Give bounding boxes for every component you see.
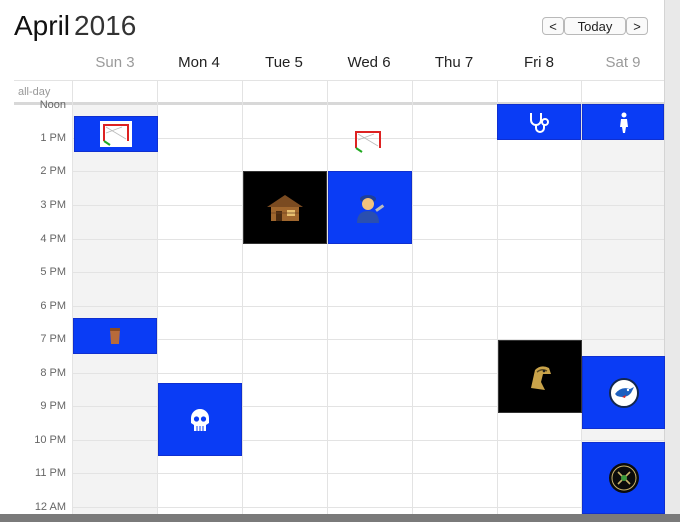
today-button[interactable]: Today: [564, 17, 626, 35]
mechanic-icon: [353, 191, 387, 225]
grid-column-line: [497, 80, 498, 514]
day-header-fri[interactable]: Fri 8: [497, 54, 581, 71]
taskbar-strip: [0, 514, 680, 522]
stethoscope-icon: [527, 111, 551, 133]
year-label: 2016: [74, 10, 137, 41]
next-week-button[interactable]: >: [626, 17, 648, 35]
event-sat-person[interactable]: [582, 104, 664, 140]
eagle-logo-icon: [525, 362, 555, 392]
page-title: April 2016: [14, 10, 136, 42]
hour-label: 2 PM: [40, 165, 66, 177]
chevron-left-icon: <: [549, 18, 557, 34]
day-header-mon[interactable]: Mon 4: [157, 54, 241, 71]
cabin-icon: [263, 191, 307, 225]
hour-label: 6 PM: [40, 300, 66, 312]
event-wed-hockey[interactable]: [348, 126, 386, 156]
day-header-wed[interactable]: Wed 6: [327, 54, 411, 71]
event-sat-bluejays[interactable]: [582, 356, 665, 429]
cup-icon: [108, 326, 122, 346]
hour-label: 11 PM: [35, 467, 66, 479]
hour-line: [72, 306, 664, 307]
all-day-label: all-day: [18, 86, 51, 98]
hour-label: 9 PM: [40, 400, 66, 412]
hour-line: [72, 473, 664, 474]
event-fri-stethoscope[interactable]: [497, 104, 581, 140]
hour-label: 4 PM: [40, 233, 66, 245]
hour-label: 8 PM: [40, 367, 66, 379]
grid-column-line: [412, 80, 413, 514]
day-header-sun[interactable]: Sun 3: [73, 54, 157, 71]
bluejays-logo-icon: [608, 377, 640, 409]
event-tue-cabin[interactable]: [243, 171, 327, 244]
hour-line: [72, 272, 664, 273]
hour-label: Noon: [39, 99, 66, 111]
day-header-thu[interactable]: Thu 7: [412, 54, 496, 71]
hour-label: 7 PM: [40, 333, 66, 345]
event-fri-eagle[interactable]: [498, 340, 582, 413]
chevron-right-icon: >: [633, 18, 641, 34]
event-sun-cup[interactable]: [73, 318, 157, 354]
hour-label: 12 AM: [34, 501, 66, 513]
header-divider: [14, 80, 664, 81]
event-wed-mechanic[interactable]: [328, 171, 412, 244]
day-header-sat[interactable]: Sat 9: [581, 54, 665, 71]
grid-column-line: [327, 80, 328, 514]
hour-label: 1 PM: [40, 132, 66, 144]
hour-label: 3 PM: [40, 199, 66, 211]
weekend-shade-sun: [73, 104, 157, 514]
hour-line: [72, 507, 664, 508]
skull-icon: [189, 407, 211, 433]
day-header-tue[interactable]: Tue 5: [242, 54, 326, 71]
hockey-net-icon: [348, 126, 386, 156]
event-mon-skull[interactable]: [158, 383, 242, 456]
hour-label: 5 PM: [40, 266, 66, 278]
hockey-net-icon: [98, 119, 134, 149]
event-sat-badge[interactable]: [582, 442, 665, 514]
window-edge: [664, 0, 680, 522]
grid-column-line: [72, 80, 73, 514]
grid-column-line: [242, 80, 243, 514]
hour-label: 10 PM: [34, 434, 66, 446]
event-sun-hockey[interactable]: [74, 116, 158, 152]
previous-week-button[interactable]: <: [542, 17, 564, 35]
month-label: April: [14, 10, 71, 41]
person-icon: [615, 111, 631, 133]
round-badge-icon: [608, 462, 640, 494]
